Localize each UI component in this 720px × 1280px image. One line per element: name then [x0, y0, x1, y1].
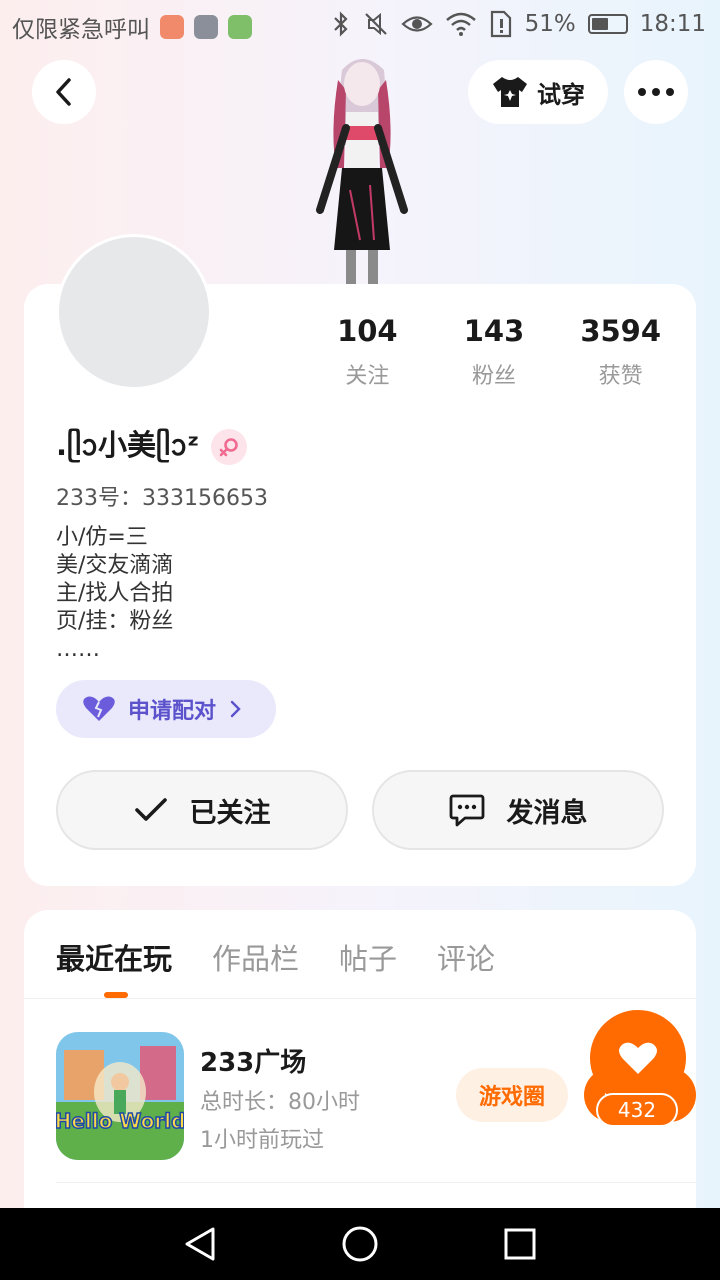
game-playtime: 总时长：80小时 — [200, 1090, 360, 1115]
pair-label: 申请配对 — [128, 699, 217, 724]
tab-recent-play[interactable]: 最近在玩 — [56, 936, 172, 978]
stat-value: 143 — [463, 314, 525, 348]
triangle-back-icon — [185, 1227, 215, 1261]
divider — [24, 998, 696, 999]
bio-line: 美/交友滴滴 — [56, 553, 174, 578]
game-circle-button[interactable]: 游戏圈 — [456, 1068, 568, 1122]
bio: 小/仿=三 美/交友滴滴 主/找人合拍 页/挂：粉丝 …… — [56, 524, 173, 664]
stat-following[interactable]: 104 关注 — [304, 314, 431, 390]
more-button[interactable] — [624, 60, 688, 124]
game-last-played: 1小时前玩过 — [200, 1128, 324, 1153]
battery-percent: 51% — [524, 11, 576, 37]
user-id: 233号：333156653 — [56, 486, 268, 511]
followed-label: 已关注 — [189, 797, 271, 829]
nav-recents-button[interactable] — [500, 1224, 540, 1264]
message-label: 发消息 — [506, 797, 588, 829]
bluetooth-icon — [333, 11, 348, 37]
stat-value: 3594 — [580, 314, 662, 348]
more-dots-icon — [638, 88, 674, 96]
stat-value: 104 — [337, 314, 398, 348]
bio-line: 页/挂：粉丝 — [56, 609, 174, 634]
chevron-right-icon — [230, 700, 241, 718]
app-icon-orange — [160, 15, 184, 39]
gallery-icon — [194, 15, 218, 39]
game-icon[interactable]: Hello World — [56, 1032, 184, 1160]
send-message-button[interactable]: 发消息 — [372, 770, 664, 850]
nav-home-button[interactable] — [340, 1224, 380, 1264]
nav-back-button[interactable] — [180, 1224, 220, 1264]
square-recents-icon — [504, 1228, 536, 1260]
try-on-label: 试穿 — [537, 80, 585, 109]
bio-line: 小/仿=三 — [56, 525, 148, 550]
followed-button[interactable]: 已关注 — [56, 770, 348, 850]
stat-label: 粉丝 — [472, 364, 517, 389]
heart-icon — [619, 1042, 657, 1074]
eye-icon — [400, 16, 433, 32]
game-title: 233广场 — [200, 1048, 307, 1078]
chevron-left-icon — [56, 78, 71, 106]
username: .ᥫᩣ小美ᥫᩣᶻ — [56, 428, 200, 462]
tab-works[interactable]: 作品栏 — [212, 936, 299, 978]
divider — [56, 1182, 696, 1183]
tshirt-icon — [493, 77, 527, 107]
sim-alert-icon — [490, 10, 511, 38]
tab-posts[interactable]: 帖子 — [339, 936, 397, 978]
profile-stats: 104 关注 143 粉丝 3594 获赞 — [304, 314, 684, 390]
status-bar: 仅限紧急呼叫 51% 18:11 — [0, 0, 720, 48]
name-row: .ᥫᩣ小美ᥫᩣᶻ — [56, 422, 248, 471]
system-nav-bar — [0, 1208, 720, 1280]
clock: 18:11 — [639, 11, 706, 37]
game-app-icon — [228, 15, 252, 39]
pair-request-button[interactable]: 申请配对 — [56, 680, 276, 738]
stat-fans[interactable]: 143 粉丝 — [431, 314, 558, 390]
mute-icon — [364, 12, 387, 36]
check-icon — [134, 798, 167, 821]
bio-line: …… — [56, 637, 100, 662]
game-icon-text: Hello World — [56, 1109, 184, 1133]
tab-bar: 最近在玩 作品栏 帖子 评论 — [56, 936, 495, 978]
stat-label: 获赞 — [598, 364, 643, 389]
stat-label: 关注 — [345, 364, 390, 389]
tab-comments[interactable]: 评论 — [437, 936, 495, 978]
stat-likes[interactable]: 3594 获赞 — [557, 314, 684, 390]
bio-line: 主/找人合拍 — [56, 581, 174, 606]
heart-pair-icon — [83, 696, 115, 721]
like-button[interactable] — [590, 1010, 686, 1106]
circle-home-icon — [342, 1226, 378, 1262]
chat-bubble-icon — [449, 794, 484, 827]
gender-female-icon — [211, 428, 248, 465]
like-count: 432 — [596, 1093, 678, 1127]
try-on-button[interactable]: 试穿 — [468, 60, 608, 124]
wifi-icon — [445, 12, 476, 36]
back-button[interactable] — [32, 60, 96, 124]
avatar[interactable] — [56, 234, 212, 390]
carrier-text: 仅限紧急呼叫 — [12, 17, 150, 43]
avatar-3d-figure[interactable] — [300, 50, 424, 284]
battery-icon — [587, 14, 628, 34]
